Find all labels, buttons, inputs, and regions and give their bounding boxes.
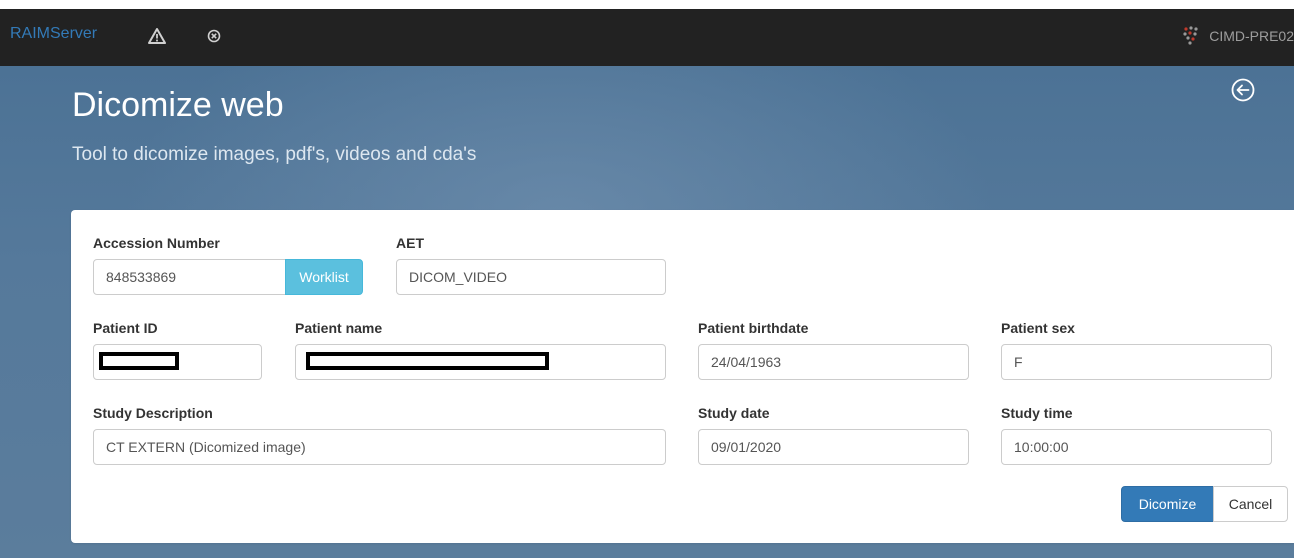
circle-arrow-left-icon[interactable]	[1230, 77, 1256, 103]
accession-number-input[interactable]	[93, 259, 286, 295]
top-navbar: RAIMServer CIMD-PRE02	[0, 9, 1294, 66]
aet-input[interactable]	[396, 259, 666, 295]
redaction-box	[306, 352, 549, 370]
cancel-button[interactable]: Cancel	[1213, 486, 1288, 522]
study-description-input[interactable]	[93, 429, 666, 465]
study-date-label: Study date	[698, 405, 770, 421]
page-title: Dicomize web	[72, 86, 284, 124]
server-name: CIMD-PRE02	[1209, 28, 1294, 44]
patient-name-label: Patient name	[295, 320, 383, 336]
page-subtitle: Tool to dicomize images, pdf's, videos a…	[72, 144, 477, 165]
warning-triangle-icon[interactable]	[148, 27, 166, 45]
study-date-input[interactable]	[698, 429, 969, 465]
dicomize-button[interactable]: Dicomize	[1121, 486, 1214, 522]
server-indicator[interactable]: CIMD-PRE02	[1181, 25, 1294, 47]
patient-sex-label: Patient sex	[1001, 320, 1075, 336]
patient-id-label: Patient ID	[93, 320, 158, 336]
aet-label: AET	[396, 235, 424, 251]
patient-birthdate-input[interactable]	[698, 344, 969, 380]
study-time-input[interactable]	[1001, 429, 1272, 465]
patient-birthdate-label: Patient birthdate	[698, 320, 809, 336]
study-description-label: Study Description	[93, 405, 213, 421]
patient-sex-input[interactable]	[1001, 344, 1272, 380]
page-top-strip	[0, 0, 1294, 9]
hospital-logo-icon	[1181, 25, 1209, 48]
brand-link[interactable]: RAIMServer	[10, 25, 97, 43]
redaction-box	[99, 352, 179, 370]
worklist-button[interactable]: Worklist	[285, 259, 363, 295]
dicomize-form-panel: Accession Number Worklist AET Patient ID…	[71, 210, 1294, 543]
accession-number-label: Accession Number	[93, 235, 220, 251]
study-time-label: Study time	[1001, 405, 1073, 421]
circle-x-icon[interactable]	[205, 27, 223, 45]
